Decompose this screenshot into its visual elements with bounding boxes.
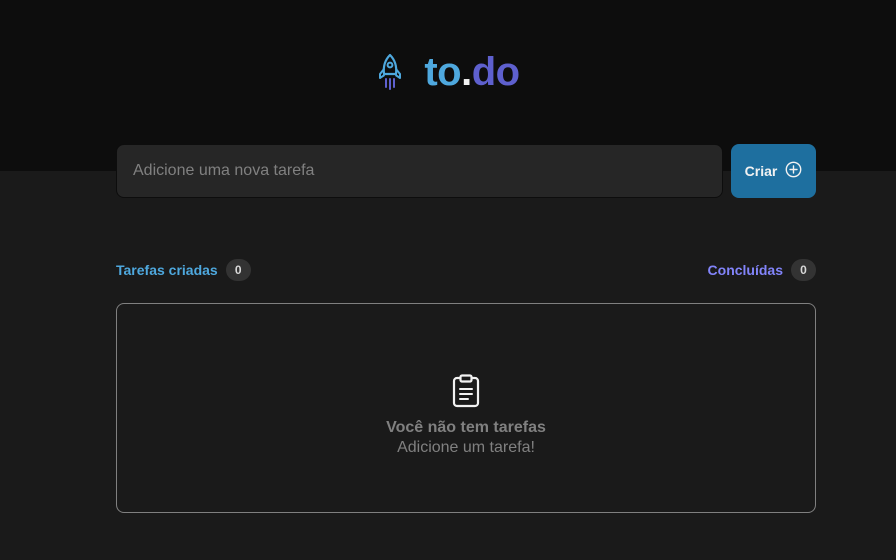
- rocket-icon: [376, 53, 404, 91]
- logo-text-dot: .: [461, 50, 472, 94]
- new-task-input[interactable]: [116, 144, 723, 198]
- done-tasks-counter: Concluídas 0: [708, 259, 816, 281]
- done-tasks-count: 0: [791, 259, 816, 281]
- new-task-form: Criar: [116, 144, 816, 198]
- logo-text-to: to: [424, 50, 462, 94]
- clipboard-icon: [451, 373, 481, 413]
- created-tasks-count: 0: [225, 259, 251, 281]
- create-button-label: Criar: [744, 163, 778, 179]
- create-task-button[interactable]: Criar: [731, 144, 816, 198]
- task-list-empty-state: Você não tem tarefas Adicione um tarefa!: [116, 303, 816, 513]
- task-counters: Tarefas criadas 0 Concluídas 0: [116, 259, 816, 281]
- created-tasks-label: Tarefas criadas: [116, 262, 218, 278]
- created-tasks-counter: Tarefas criadas 0: [116, 259, 251, 281]
- logo: to.do: [0, 50, 896, 94]
- plus-circle-icon: [785, 161, 802, 181]
- logo-text-do: do: [471, 50, 520, 94]
- logo-text: to.do: [424, 50, 520, 94]
- empty-state-title: Você não tem tarefas: [386, 418, 546, 436]
- done-tasks-label: Concluídas: [707, 262, 783, 278]
- empty-state-subtitle: Adicione um tarefa!: [397, 438, 535, 456]
